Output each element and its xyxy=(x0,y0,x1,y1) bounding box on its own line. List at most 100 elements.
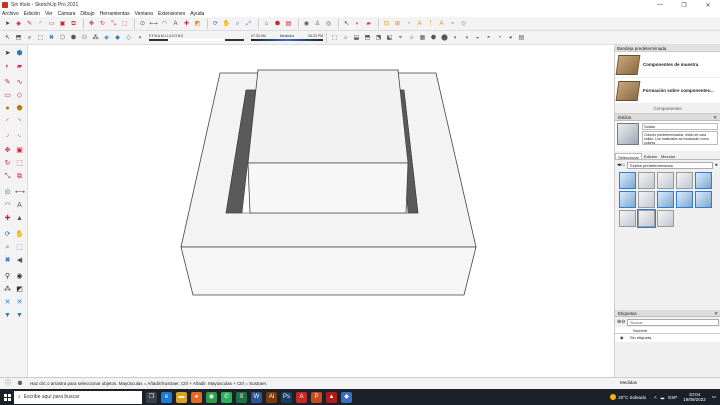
whatsapp-icon[interactable]: ✆ xyxy=(221,391,232,403)
component-item[interactable]: Formación sobre componentes... xyxy=(615,78,720,104)
style-thumbnail[interactable] xyxy=(695,172,712,189)
orbit-icon[interactable]: ⟳ xyxy=(211,19,220,28)
maximize-button[interactable]: ❐ xyxy=(672,0,696,10)
style-thumbnail[interactable] xyxy=(657,172,674,189)
subtract-icon[interactable]: ◐ xyxy=(451,33,460,42)
select-small-icon[interactable]: ↖ xyxy=(3,33,12,42)
eraser-icon[interactable]: ◆ xyxy=(14,19,23,28)
freehand-tool-icon[interactable]: ∿ xyxy=(15,78,24,87)
close-panel-icon[interactable]: ✕ xyxy=(713,114,717,121)
tags-panel-header[interactable]: Etiquetas ✕ xyxy=(615,310,720,317)
line-pencil-icon[interactable]: ✎ xyxy=(25,19,34,28)
tab-mezclar[interactable]: Mezclar xyxy=(659,153,677,159)
component-item[interactable]: Componentes de muestra xyxy=(615,52,720,78)
layers-icon[interactable]: ▤ xyxy=(517,33,526,42)
warehouse-icon[interactable]: ⌂ xyxy=(262,19,271,28)
style-thumbnail[interactable] xyxy=(657,191,674,208)
shadow-date-control[interactable]: E F M A M J J A S O N D xyxy=(149,32,244,43)
3d-text-icon[interactable]: A xyxy=(437,19,446,28)
close-panel-icon[interactable]: ✕ xyxy=(714,310,718,317)
excel-icon[interactable]: X xyxy=(236,391,247,403)
menu-archivo[interactable]: Archivo xyxy=(2,11,19,17)
three-point-arc-icon[interactable]: ◞ xyxy=(3,130,12,139)
select-tool-icon[interactable]: ➤ xyxy=(3,49,12,58)
zoom-window-icon[interactable]: ⬚ xyxy=(36,33,45,42)
shadow-time-slider[interactable] xyxy=(251,39,323,41)
axes-icon[interactable]: ✚ xyxy=(182,19,191,28)
shadow-time-control[interactable]: 07:33 AM Mediodía 06:33 PM xyxy=(251,34,323,41)
style-thumbnail[interactable] xyxy=(619,210,636,227)
edge-icon[interactable]: e xyxy=(161,391,172,403)
style-thumbnail-selected[interactable] xyxy=(637,209,656,228)
rectangle-icon[interactable]: ▭ xyxy=(47,19,56,28)
glasses-icon[interactable]: ⚇ xyxy=(80,33,89,42)
follow-me-tool-icon[interactable]: ⬚ xyxy=(15,159,24,168)
smoove-tool-icon[interactable]: ✕ xyxy=(15,298,24,307)
view-right-icon[interactable]: ⬓ xyxy=(352,33,361,42)
style-thumbnail[interactable] xyxy=(619,172,636,189)
style-name-field[interactable]: Sólido xyxy=(642,123,718,130)
dimension-icon[interactable]: ⟷ xyxy=(149,19,158,28)
wireframe-icon[interactable]: ⬡ xyxy=(58,33,67,42)
text-tool-icon[interactable]: A xyxy=(15,201,24,210)
style-thumbnail[interactable] xyxy=(638,172,655,189)
select-tool-icon[interactable]: ↖ xyxy=(342,19,351,28)
component-tool-icon[interactable]: ⬢ xyxy=(15,49,24,58)
view-front-icon[interactable]: ⌂ xyxy=(341,33,350,42)
move-tool-icon[interactable]: ✥ xyxy=(3,146,12,155)
menu-camara[interactable]: Cámara xyxy=(58,11,76,17)
section-plane-icon[interactable]: ◩ xyxy=(193,19,202,28)
house-icon[interactable]: ⌂ xyxy=(407,33,416,42)
eraser-tool-icon[interactable]: ▰ xyxy=(15,62,24,71)
tags-search-input[interactable]: Buscar xyxy=(627,318,719,326)
pie-tool-icon[interactable]: ◟ xyxy=(15,130,24,139)
offset-tool-icon[interactable]: ⧉ xyxy=(15,172,24,181)
walk-tool-icon[interactable]: ⁂ xyxy=(3,285,12,294)
menu-ayuda[interactable]: Ayuda xyxy=(190,11,204,17)
arc-tool-icon[interactable]: ◜ xyxy=(3,117,12,126)
components-icon[interactable]: ⬒ xyxy=(14,33,23,42)
scale-icon[interactable]: ⤡ xyxy=(109,19,118,28)
text-tool-icon[interactable]: A xyxy=(415,19,424,28)
zoom-extents-icon[interactable]: ⤢ xyxy=(244,19,253,28)
zoom-tool-icon[interactable]: ⌕ xyxy=(3,243,12,252)
details-icon[interactable]: ▸ xyxy=(715,162,718,168)
sketchup-taskbar-icon[interactable]: ◆ xyxy=(341,391,352,403)
minimize-button[interactable]: — xyxy=(648,0,672,10)
offset-icon[interactable]: ⧉ xyxy=(69,19,78,28)
visibility-eye-icon[interactable]: ◉ xyxy=(620,334,630,342)
dimension-tool-icon[interactable]: ⟷ xyxy=(15,188,25,197)
drawing-viewport[interactable] xyxy=(28,45,614,377)
shell-icon[interactable]: ◔ xyxy=(495,33,504,42)
tag-row[interactable]: ◉ Sin etiqueta xyxy=(615,334,720,342)
axes-tool-icon[interactable]: ᛉ xyxy=(426,19,435,28)
iso-view-icon[interactable]: ◈ xyxy=(102,33,111,42)
position-camera-tool-icon[interactable]: ⚲ xyxy=(3,272,12,281)
shaded-view-icon[interactable]: ◆ xyxy=(113,33,122,42)
solid-tools-icon[interactable]: ⬣ xyxy=(429,33,438,42)
taskbar-search[interactable]: ⌕ Escribe aquí para buscar xyxy=(14,390,142,404)
intersect-icon[interactable]: ◑ xyxy=(462,33,471,42)
user-icon[interactable]: ⚉ xyxy=(16,380,24,388)
dim-tool-icon[interactable]: ⊞ xyxy=(393,19,402,28)
union-icon[interactable]: ⬤ xyxy=(440,33,449,42)
protractor-icon[interactable]: ◠ xyxy=(160,19,169,28)
weather-widget[interactable]: 20°C Soleado xyxy=(610,394,646,400)
menu-ventana[interactable]: Ventana xyxy=(135,11,153,17)
notification-icon[interactable]: ▭ xyxy=(712,394,716,400)
home-icon[interactable]: ⌂ xyxy=(622,162,625,168)
rect-tool-icon[interactable]: ▭ xyxy=(3,91,12,100)
split-icon[interactable]: ◓ xyxy=(484,33,493,42)
scale-tool-icon[interactable]: ⤡ xyxy=(3,172,12,181)
menu-ver[interactable]: Ver xyxy=(45,11,53,17)
layout-icon[interactable]: ▤ xyxy=(284,19,293,28)
tape-tool-icon[interactable]: ⊡ xyxy=(382,19,391,28)
monochrome-view-icon[interactable]: ◑ xyxy=(135,33,144,42)
chrome-icon[interactable]: ◉ xyxy=(206,391,217,403)
zoom-window-tool-icon[interactable]: ⬚ xyxy=(15,243,24,252)
styles-panel-header[interactable]: Estilos ✕ xyxy=(615,114,720,121)
menu-dibujo[interactable]: Dibujo xyxy=(80,11,94,17)
sandbox-tool-icon[interactable]: ✕ xyxy=(3,298,12,307)
move-icon[interactable]: ✥ xyxy=(87,19,96,28)
previous-view-icon[interactable]: ◀ xyxy=(15,256,24,265)
